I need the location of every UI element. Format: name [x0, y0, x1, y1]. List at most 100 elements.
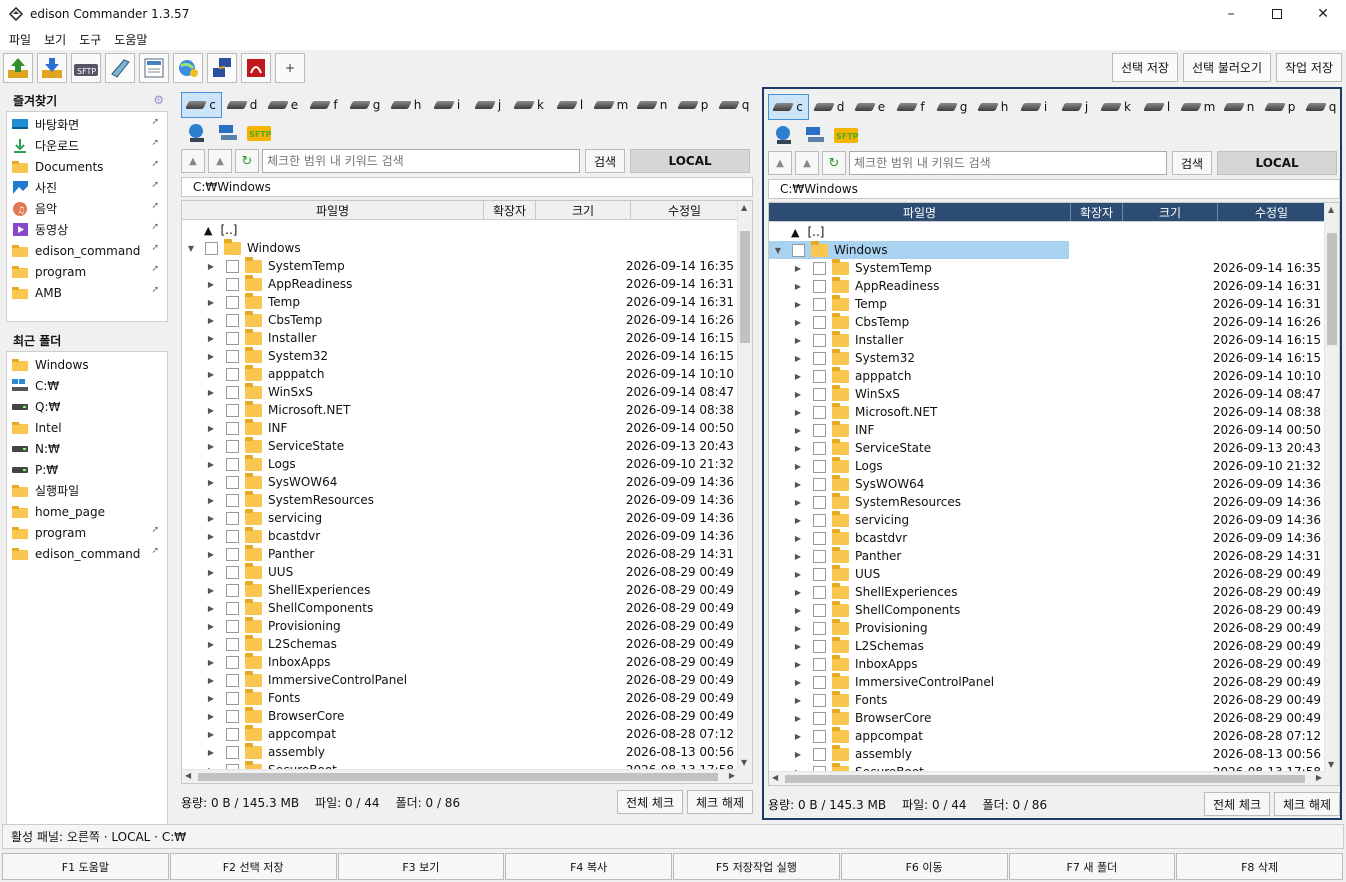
- scroll-thumb[interactable]: [740, 231, 750, 343]
- favorite-item[interactable]: 사진 ➚: [7, 177, 167, 198]
- network-search-icon[interactable]: [770, 123, 798, 147]
- favorite-item[interactable]: ♫ 음악 ➚: [7, 198, 167, 219]
- table-row[interactable]: ▶ InboxApps 2026-08-29 00:49: [769, 654, 1326, 673]
- fkey-button-2[interactable]: F2 선택 저장: [169, 853, 337, 880]
- expand-arrow-icon[interactable]: ▶: [793, 462, 803, 471]
- expand-arrow-icon[interactable]: ▶: [206, 316, 216, 325]
- table-row[interactable]: ▶ Temp 2026-09-14 16:31: [769, 294, 1326, 313]
- favorite-item[interactable]: program ➚: [7, 261, 167, 282]
- pin-icon[interactable]: ➚: [151, 243, 159, 253]
- row-checkbox[interactable]: [813, 333, 826, 347]
- expand-arrow-icon[interactable]: ▶: [206, 406, 216, 415]
- path-field[interactable]: C:₩Windows: [768, 179, 1340, 199]
- expand-arrow-icon[interactable]: ▶: [793, 732, 803, 741]
- column-date[interactable]: 수정일: [631, 201, 739, 219]
- table-row[interactable]: ▶ UUS 2026-08-29 00:49: [769, 564, 1326, 583]
- pin-icon[interactable]: ➚: [151, 285, 159, 295]
- pin-icon[interactable]: ➚: [151, 117, 159, 127]
- row-checkbox[interactable]: [813, 549, 826, 563]
- scroll-thumb[interactable]: [785, 775, 1305, 783]
- network-search-icon[interactable]: [183, 121, 211, 145]
- sftp-icon[interactable]: SFTP: [832, 123, 860, 147]
- drive-q-button[interactable]: q: [714, 92, 755, 118]
- collapse-arrow-icon[interactable]: ▼: [773, 246, 783, 255]
- save-job-button[interactable]: 작업 저장: [1276, 53, 1342, 82]
- table-row[interactable]: ▶ InboxApps 2026-08-29 00:49: [182, 652, 739, 671]
- favorite-item[interactable]: edison_command ➚: [7, 240, 167, 261]
- column-size[interactable]: 크기: [536, 201, 631, 219]
- table-row[interactable]: ▶ ShellComponents 2026-08-29 00:49: [769, 600, 1326, 619]
- expand-arrow-icon[interactable]: ▶: [206, 640, 216, 649]
- expand-arrow-icon[interactable]: ▶: [206, 532, 216, 541]
- row-checkbox[interactable]: [813, 261, 826, 275]
- column-name[interactable]: 파일명: [182, 201, 484, 219]
- horizontal-scrollbar[interactable]: ◀ ▶: [182, 769, 739, 783]
- row-checkbox[interactable]: [813, 657, 826, 671]
- check-all-button[interactable]: 전체 체크: [617, 790, 684, 814]
- row-checkbox[interactable]: [813, 405, 826, 419]
- row-checkbox[interactable]: [226, 277, 239, 291]
- row-checkbox[interactable]: [792, 243, 805, 257]
- row-checkbox[interactable]: [226, 601, 239, 615]
- expand-arrow-icon[interactable]: ▶: [206, 496, 216, 505]
- vertical-scrollbar[interactable]: ▲ ▼: [1324, 203, 1339, 785]
- table-row[interactable]: ▶ Panther 2026-08-29 14:31: [769, 546, 1326, 565]
- scroll-right-icon[interactable]: ▶: [729, 771, 735, 780]
- drive-e-button[interactable]: e: [263, 92, 304, 118]
- row-checkbox[interactable]: [813, 639, 826, 653]
- row-checkbox[interactable]: [226, 493, 239, 507]
- table-row[interactable]: ▶ assembly 2026-08-13 00:56: [769, 744, 1326, 763]
- pin-icon[interactable]: ➚: [151, 222, 159, 232]
- drive-f-button[interactable]: f: [304, 92, 345, 118]
- column-ext[interactable]: 확장자: [1071, 203, 1123, 221]
- pin-icon[interactable]: ➚: [151, 180, 159, 190]
- expand-arrow-icon[interactable]: ▶: [793, 300, 803, 309]
- drive-j-button[interactable]: j: [1055, 94, 1096, 120]
- row-checkbox[interactable]: [226, 511, 239, 525]
- drive-d-button[interactable]: d: [809, 94, 850, 120]
- row-checkbox[interactable]: [226, 673, 239, 687]
- search-button[interactable]: 검색: [1172, 151, 1213, 175]
- row-checkbox[interactable]: [226, 421, 239, 435]
- expand-arrow-icon[interactable]: ▶: [206, 568, 216, 577]
- expand-arrow-icon[interactable]: ▶: [206, 586, 216, 595]
- row-checkbox[interactable]: [813, 477, 826, 491]
- expand-arrow-icon[interactable]: ▶: [206, 712, 216, 721]
- table-row[interactable]: ▶ apppatch 2026-09-14 10:10: [769, 366, 1326, 385]
- expand-arrow-icon[interactable]: ▶: [793, 282, 803, 291]
- drive-d-button[interactable]: d: [222, 92, 263, 118]
- row-checkbox[interactable]: [226, 313, 239, 327]
- uncheck-button[interactable]: 체크 해제: [687, 790, 753, 814]
- fkey-button-8[interactable]: F8 삭제: [1176, 853, 1343, 880]
- pin-icon[interactable]: ➚: [151, 264, 159, 274]
- table-row[interactable]: ▶ L2Schemas 2026-08-29 00:49: [182, 634, 739, 653]
- book-button[interactable]: [105, 53, 135, 83]
- drive-i-button[interactable]: i: [427, 92, 468, 118]
- gear-icon[interactable]: ⚙: [153, 93, 164, 107]
- row-checkbox[interactable]: [813, 585, 826, 599]
- expand-arrow-icon[interactable]: ▶: [206, 658, 216, 667]
- row-checkbox[interactable]: [226, 385, 239, 399]
- drive-m-button[interactable]: m: [1178, 94, 1219, 120]
- root-folder-row[interactable]: ▼ Windows: [182, 238, 739, 257]
- row-checkbox[interactable]: [813, 513, 826, 527]
- table-row[interactable]: ▶ Logs 2026-09-10 21:32: [769, 456, 1326, 475]
- row-checkbox[interactable]: [226, 547, 239, 561]
- row-checkbox[interactable]: [813, 621, 826, 635]
- row-checkbox[interactable]: [226, 691, 239, 705]
- table-row[interactable]: ▶ AppReadiness 2026-09-14 16:31: [769, 276, 1326, 295]
- table-row[interactable]: ▶ System32 2026-09-14 16:15: [182, 346, 739, 365]
- expand-arrow-icon[interactable]: ▶: [793, 444, 803, 453]
- check-all-button[interactable]: 전체 체크: [1204, 792, 1271, 816]
- table-row[interactable]: ▶ Installer 2026-09-14 16:15: [182, 328, 739, 347]
- collapse-arrow-icon[interactable]: ▼: [186, 244, 196, 253]
- expand-arrow-icon[interactable]: ▶: [206, 370, 216, 379]
- menu-item-3[interactable]: 도움말: [109, 31, 152, 48]
- table-row[interactable]: ▶ ShellExperiences 2026-08-29 00:49: [182, 580, 739, 599]
- expand-arrow-icon[interactable]: ▶: [793, 678, 803, 687]
- table-row[interactable]: ▶ Microsoft.NET 2026-09-14 08:38: [769, 402, 1326, 421]
- column-date[interactable]: 수정일: [1218, 203, 1326, 221]
- table-row[interactable]: ▶ WinSxS 2026-09-14 08:47: [182, 382, 739, 401]
- expand-arrow-icon[interactable]: ▶: [206, 280, 216, 289]
- pin-icon[interactable]: ➚: [151, 546, 159, 556]
